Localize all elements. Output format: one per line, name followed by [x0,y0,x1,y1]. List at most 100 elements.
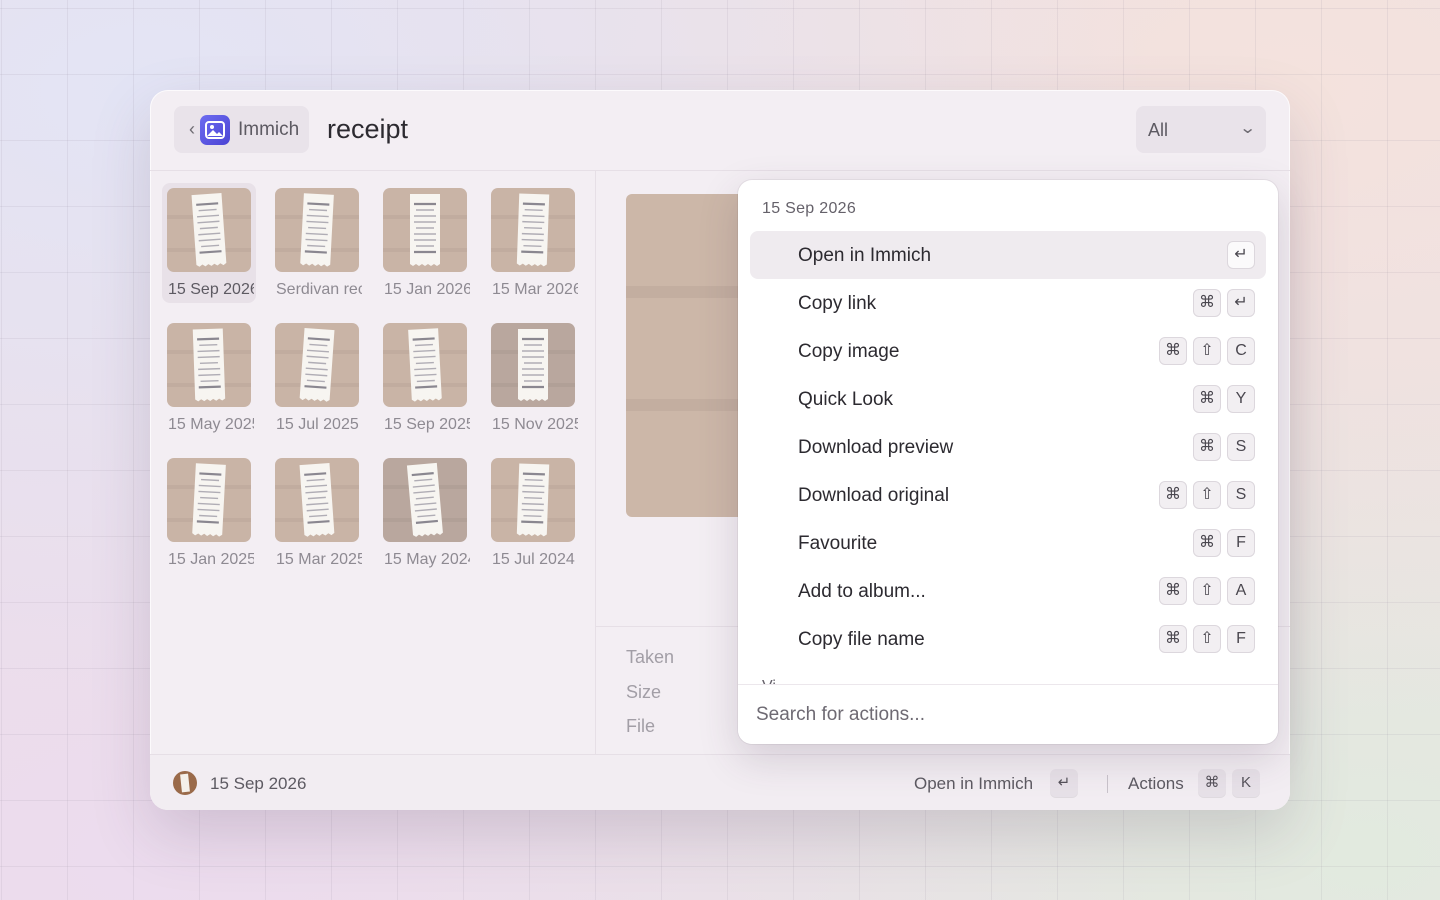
keyboard-shortcut: ⌘ F [1193,529,1255,557]
selected-thumbnail-icon [173,771,197,795]
action-bar: 15 Sep 2026 Open in Immich ↵ Actions ⌘ K [150,754,1290,810]
result-item[interactable]: 15 Sep 2025 [378,318,472,438]
photo-preview [626,194,756,517]
result-item[interactable]: 15 May 2025 [162,318,256,438]
c-key-icon: C [1227,337,1255,365]
receipt-thumbnail [491,323,575,407]
receipt-thumbnail [383,458,467,542]
shift-key-icon: ⇧ [1193,337,1221,365]
command-key-icon: ⌘ [1193,385,1221,413]
action-label: Download original [798,485,950,506]
keyboard-shortcut: ↵ [1227,241,1255,269]
result-label: 15 Nov 2025 [492,416,578,433]
keyboard-shortcut: ⌘ ⇧ C [1159,337,1255,365]
result-label: 15 Jan 2026 [384,281,470,298]
action-search-bar [738,684,1278,744]
preview-shadow-band [626,286,756,298]
selected-item-title: 15 Sep 2026 [210,774,307,793]
action-item[interactable]: Quick Look ⌘ Y [750,375,1266,423]
keyboard-shortcut: ⌘ S [1193,433,1255,461]
action-label: Download preview [798,437,954,458]
action-item[interactable]: Copy file name ⌘ ⇧ F [750,615,1266,663]
preview-shadow-band [626,399,756,411]
result-label: 15 Sep 2025 [384,416,470,433]
return-key-icon: ↵ [1050,769,1078,797]
f-key-icon: F [1227,529,1255,557]
y-key-icon: Y [1227,385,1255,413]
action-label: Copy image [798,341,900,362]
metadata-label-file: File [626,716,656,736]
chevron-left-icon: ‹ [189,119,195,139]
primary-action-button[interactable]: Open in Immich [914,774,1033,794]
metadata-label-size: Size [626,682,662,702]
result-item[interactable]: Serdivan receipt [270,183,364,303]
receipt-thumbnail [167,458,251,542]
command-key-icon: ⌘ [1159,625,1187,653]
result-label: 15 May 2025 [168,416,254,433]
result-label: 15 Jan 2025 [168,551,254,568]
shift-key-icon: ⇧ [1193,625,1221,653]
result-item[interactable]: 15 Mar 2025 [270,453,364,573]
command-key-icon: ⌘ [1159,481,1187,509]
action-item[interactable]: Copy link ⌘ ↵ [750,279,1266,327]
action-label: Copy link [798,293,877,314]
footer-divider [1107,775,1108,793]
back-button[interactable]: ‹ Immich [174,106,309,153]
action-section-title: 15 Sep 2026 [762,200,857,217]
keyboard-shortcut: ⌘ ↵ [1193,289,1255,317]
actions-button[interactable]: Actions [1128,774,1184,794]
result-item[interactable]: 15 Sep 2026 [162,183,256,303]
command-key-icon: ⌘ [1159,577,1187,605]
return-key-icon: ↵ [1227,241,1255,269]
keyboard-shortcut: ⌘ ⇧ F [1159,625,1255,653]
filter-value: All [1148,120,1169,140]
search-query-input[interactable]: receipt [327,114,408,145]
result-label: 15 Mar 2025 [276,551,362,568]
result-label: 15 May 2024 [384,551,470,568]
result-item[interactable]: 15 May 2024 [378,453,472,573]
result-item[interactable]: 15 Jul 2025 [270,318,364,438]
chevron-down-icon: ⌄ [1238,120,1257,137]
k-key-icon: K [1232,769,1260,797]
result-label: 15 Jul 2025 [276,416,359,433]
receipt-thumbnail [275,458,359,542]
command-key-icon: ⌘ [1193,529,1221,557]
result-label: Serdivan receipt [276,281,362,298]
action-item[interactable]: Open in Immich ↵ [750,231,1266,279]
action-panel: 15 Sep 2026 Open in Immich ↵ Copy link ⌘ ↵ Co… [738,180,1278,744]
command-key-icon: ⌘ [1198,769,1226,797]
receipt-thumbnail [491,188,575,272]
shift-key-icon: ⇧ [1193,481,1221,509]
result-item[interactable]: 15 Mar 2026 [486,183,580,303]
result-label: 15 Mar 2026 [492,281,578,298]
s-key-icon: S [1227,481,1255,509]
search-bar: ‹ Immich receipt All ⌄ [150,90,1290,171]
result-item[interactable]: 15 Nov 2025 [486,318,580,438]
receipt-thumbnail [383,323,467,407]
filter-dropdown[interactable]: All ⌄ [1136,106,1266,153]
result-item[interactable]: 15 Jan 2026 [378,183,472,303]
action-search-input[interactable] [756,704,1256,726]
extension-name: Immich [238,118,300,140]
action-item[interactable]: Add to album... ⌘ ⇧ A [750,567,1266,615]
action-label: Quick Look [798,389,894,410]
keyboard-shortcut: ⌘ ⇧ S [1159,481,1255,509]
a-key-icon: A [1227,577,1255,605]
action-label: Copy file name [798,629,925,650]
action-item[interactable]: Download preview ⌘ S [750,423,1266,471]
receipt-thumbnail [491,458,575,542]
s-key-icon: S [1227,433,1255,461]
result-item[interactable]: 15 Jan 2025 [162,453,256,573]
action-item[interactable]: Download original ⌘ ⇧ S [750,471,1266,519]
action-label: Favourite [798,533,878,554]
result-item[interactable]: 15 Jul 2024 [486,453,580,573]
command-key-icon: ⌘ [1193,433,1221,461]
result-label: 15 Sep 2026 [168,281,254,298]
action-item[interactable]: Favourite ⌘ F [750,519,1266,567]
metadata-label-taken: Taken [626,647,675,667]
keyboard-shortcut: ⌘ Y [1193,385,1255,413]
receipt-thumbnail [383,188,467,272]
immich-app-icon [200,114,230,145]
action-item[interactable]: Copy image ⌘ ⇧ C [750,327,1266,375]
keyboard-shortcut: ⌘ ⇧ A [1159,577,1255,605]
